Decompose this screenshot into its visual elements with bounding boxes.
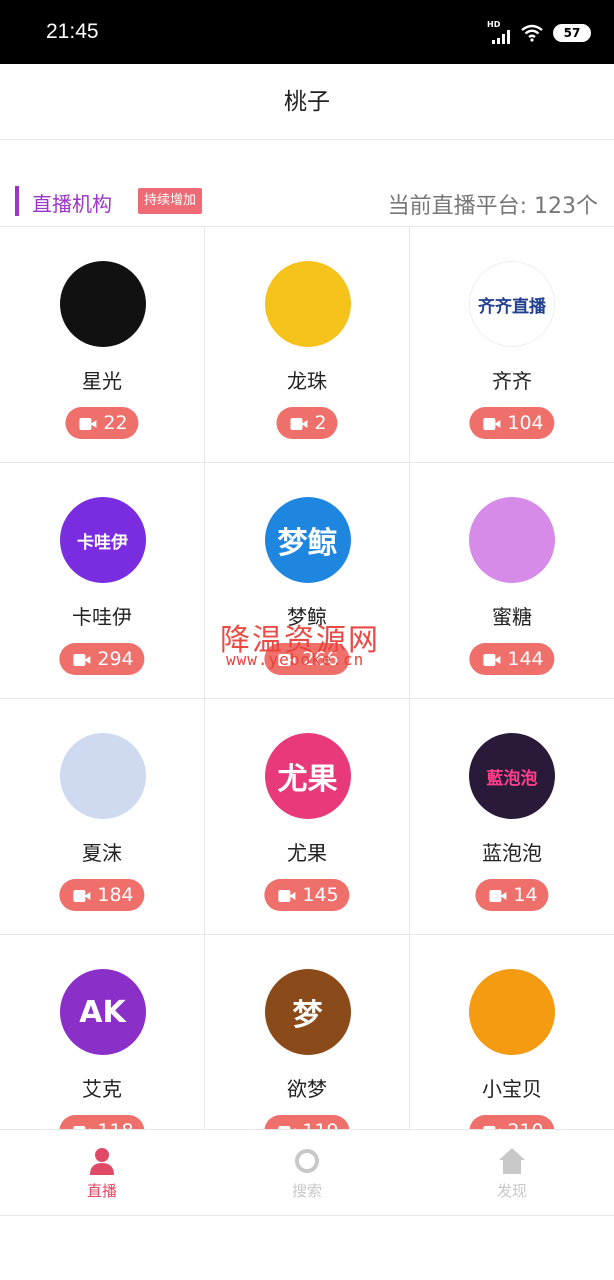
tab-search[interactable]: 搜索 [205, 1130, 409, 1216]
platform-avatar: 梦 [264, 969, 351, 1055]
tab-label: 直播 [86, 1182, 117, 1200]
home-icon [498, 1146, 526, 1176]
platform-card[interactable]: 藍泡泡蓝泡泡 14 [410, 699, 614, 935]
platform-card[interactable]: 卡哇伊 卡哇伊 294 [0, 463, 205, 699]
platform-name: 蓝泡泡 [482, 841, 542, 865]
signal-icon [492, 30, 510, 44]
platform-avatar: 卡哇伊 [59, 497, 146, 583]
room-count: 14 [513, 884, 538, 906]
section-title: 直播机构 [32, 192, 112, 216]
platform-name: 蜜糖 [492, 605, 532, 629]
platform-avatar: 梦鲸 [264, 497, 351, 583]
viewer-count-pill: 104 [469, 407, 555, 439]
platform-name: 艾克 [82, 1077, 122, 1101]
platform-card[interactable]: 小宝贝 210 [410, 935, 614, 1129]
platform-card[interactable]: 龙珠 2 [205, 227, 410, 463]
platform-name: 小宝贝 [482, 1077, 542, 1101]
video-camera-icon [73, 889, 91, 903]
room-count: 22 [103, 412, 128, 434]
viewer-count-pill: 144 [469, 643, 555, 675]
wifi-icon [521, 24, 543, 42]
room-count: 294 [97, 648, 134, 670]
avatar-text: 梦鲸 [277, 526, 338, 561]
platform-name: 卡哇伊 [72, 605, 132, 629]
room-count: 118 [97, 1120, 133, 1129]
room-count: 184 [97, 884, 134, 906]
platform-avatar: 齐齐直播 [469, 261, 555, 347]
battery-icon: 57 [553, 24, 591, 42]
tab-live[interactable]: 直播 [0, 1130, 204, 1216]
avatar-text: 齐齐直播 [478, 296, 546, 317]
platform-avatar [469, 969, 555, 1055]
room-count: 119 [302, 1120, 338, 1129]
platform-name: 尤果 [287, 841, 327, 865]
person-icon [88, 1146, 116, 1176]
platform-avatar [59, 733, 146, 819]
video-camera-icon [290, 417, 308, 431]
platform-card[interactable]: AK 艾克 118 [0, 935, 205, 1129]
avatar-text: 尤果 [277, 762, 338, 797]
video-camera-icon [483, 417, 501, 431]
platform-name: 星光 [82, 369, 122, 393]
status-time: 21:45 [46, 20, 99, 43]
platform-avatar [469, 497, 555, 583]
platform-count: 当前直播平台: 123个 [387, 194, 598, 219]
viewer-count-pill: 119 [264, 1115, 350, 1129]
tab-discover[interactable]: 发现 [410, 1130, 614, 1216]
viewer-count-pill: 2 [276, 407, 338, 439]
room-count: 104 [507, 412, 544, 434]
video-camera-icon [79, 417, 97, 431]
bottom-tab-bar: 直播 搜索 发现 [0, 1129, 614, 1216]
section-header: 直播机构 持续增加 当前直播平台: 123个 [0, 180, 614, 226]
room-count: 2 [314, 412, 327, 434]
viewer-count-pill: 14 [475, 879, 549, 911]
platform-avatar [59, 261, 146, 347]
platform-avatar [264, 261, 351, 347]
platform-name: 夏沫 [82, 841, 122, 865]
status-badge: 持续增加 [138, 188, 203, 214]
platform-card[interactable]: 齐齐直播齐齐 104 [410, 227, 614, 463]
platform-card[interactable]: 星光 22 [0, 227, 205, 463]
section-accent-bar [15, 186, 19, 216]
avatar-text: AK [79, 994, 126, 1030]
avatar-text: 梦 [292, 998, 323, 1033]
platform-name: 欲梦 [287, 1077, 327, 1101]
viewer-count-pill: 118 [59, 1115, 145, 1129]
watermark-url: www.yeboke.cn [226, 650, 365, 669]
avatar-text: 卡哇伊 [77, 532, 128, 553]
status-bar: 21:45 HD 57 [0, 0, 614, 64]
platform-name: 齐齐 [492, 369, 532, 393]
video-camera-icon [489, 889, 507, 903]
platform-card[interactable]: 尤果 尤果 145 [205, 699, 410, 935]
search-icon [293, 1146, 321, 1176]
video-camera-icon [483, 653, 501, 667]
platform-avatar: 尤果 [264, 733, 351, 819]
viewer-count-pill: 145 [264, 879, 350, 911]
viewer-count-pill: 184 [59, 879, 145, 911]
viewer-count-pill: 294 [59, 643, 145, 675]
page-title: 桃子 [284, 89, 330, 115]
platform-avatar: AK [59, 969, 146, 1055]
room-count: 145 [302, 884, 339, 906]
platform-avatar: 藍泡泡 [469, 733, 555, 819]
tab-label: 搜索 [291, 1182, 322, 1200]
avatar-text: 藍泡泡 [486, 768, 538, 789]
title-bar: 桃子 [0, 64, 614, 140]
platform-name: 龙珠 [287, 369, 327, 393]
room-count: 210 [507, 1120, 543, 1129]
tab-label: 发现 [496, 1182, 527, 1200]
viewer-count-pill: 22 [65, 407, 139, 439]
platform-grid: 星光 22 龙珠 2 齐齐直播 齐齐 104 卡哇伊 卡哇伊 294 梦鲸 梦鲸 266 蜜糖 144 夏沫 1… [0, 226, 614, 1129]
video-camera-icon [278, 889, 296, 903]
viewer-count-pill: 210 [469, 1115, 555, 1129]
platform-card[interactable]: 夏沫 184 [0, 699, 205, 935]
room-count: 144 [507, 648, 544, 670]
video-camera-icon [73, 653, 91, 667]
platform-card[interactable]: 梦欲梦 119 [205, 935, 410, 1129]
platform-card[interactable]: 蜜糖 144 [410, 463, 614, 699]
